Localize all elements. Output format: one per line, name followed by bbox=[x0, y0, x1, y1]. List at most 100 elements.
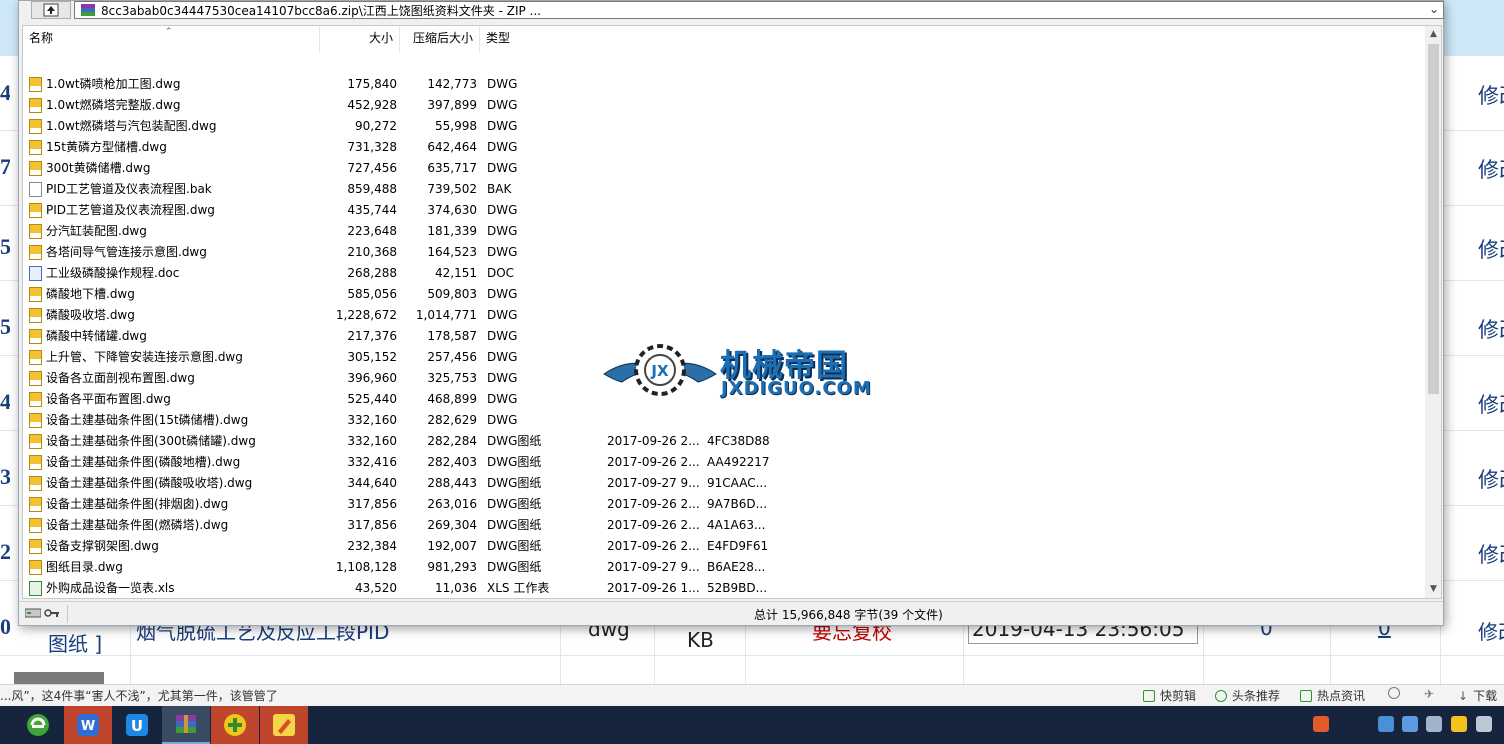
hot-news-button[interactable]: 热点资讯 bbox=[1300, 687, 1365, 704]
hot-news-label: 热点资讯 bbox=[1317, 689, 1366, 703]
file-packed-size: 269,304 bbox=[427, 518, 477, 532]
file-row[interactable]: 15t黄磷方型储槽.dwg 731,328 642,464 DWG bbox=[23, 137, 1425, 158]
up-folder-button[interactable] bbox=[31, 1, 71, 19]
file-type: DWG bbox=[487, 329, 518, 343]
file-name: 设备各立面剖视布置图.dwg bbox=[46, 371, 195, 385]
file-row[interactable]: 磷酸地下槽.dwg 585,056 509,803 DWG bbox=[23, 284, 1425, 305]
bg-row-number: 0 bbox=[0, 614, 10, 639]
taskbar-browser-button[interactable] bbox=[14, 706, 62, 744]
bg-edit-link[interactable]: 修改 bbox=[1478, 464, 1504, 494]
file-rows: 1.0wt磷喷枪加工图.dwg 175,840 142,773 DWG 1.0wt燃磷塔… bbox=[23, 74, 1425, 598]
taskbar-pencil-app-button[interactable] bbox=[260, 706, 308, 744]
bg-edit-link[interactable]: 修改 bbox=[1478, 234, 1504, 264]
file-type: DWG bbox=[487, 308, 518, 322]
file-row[interactable]: 设备土建基础条件图(磷酸地槽).dwg 332,416 282,403 DWG图纸 20… bbox=[23, 452, 1425, 473]
file-name: PID工艺管道及仪表流程图.bak bbox=[46, 182, 212, 196]
file-row[interactable]: 设备土建基础条件图(燃磷塔).dwg 317,856 269,304 DWG图纸 201… bbox=[23, 515, 1425, 536]
taskbar-u-app-button[interactable]: U bbox=[113, 706, 161, 744]
file-size: 317,856 bbox=[347, 497, 397, 511]
bak-icon bbox=[29, 182, 42, 197]
file-name-cell: 磷酸中转储罐.dwg bbox=[29, 326, 319, 347]
notes-icon[interactable] bbox=[1476, 716, 1492, 732]
file-crc bbox=[707, 200, 777, 221]
pin-button[interactable]: ✈ bbox=[1424, 687, 1434, 701]
file-name-cell: PID工艺管道及仪表流程图.dwg bbox=[29, 200, 319, 221]
file-row[interactable]: 工业级磷酸操作规程.doc 268,288 42,151 DOC bbox=[23, 263, 1425, 284]
column-name-header[interactable]: 名称 ⌃ bbox=[23, 26, 320, 52]
drive-icon[interactable] bbox=[25, 607, 41, 619]
file-row[interactable]: 设备支撑钢架图.dwg 232,384 192,007 DWG图纸 2017-09-26… bbox=[23, 536, 1425, 557]
scroll-up-icon[interactable]: ▲ bbox=[1425, 26, 1441, 43]
file-crc bbox=[707, 410, 777, 431]
file-size: 1,108,128 bbox=[335, 560, 397, 574]
kuaijianji-button[interactable]: 快剪辑 bbox=[1143, 687, 1196, 704]
column-size-header[interactable]: 大小 bbox=[320, 26, 400, 52]
network-icon[interactable] bbox=[1378, 716, 1394, 732]
file-row[interactable]: 1.0wt燃磷塔完整版.dwg 452,928 397,899 DWG bbox=[23, 95, 1425, 116]
file-row[interactable]: 各塔间导气管连接示意图.dwg 210,368 164,523 DWG bbox=[23, 242, 1425, 263]
file-size: 525,440 bbox=[347, 392, 397, 406]
file-crc bbox=[707, 284, 777, 305]
path-field[interactable]: 8cc3abab0c34447530cea14107bcc8a6.zip\江西上… bbox=[74, 1, 1444, 19]
file-row[interactable]: 外购成品设备一览表.xls 43,520 11,036 XLS 工作表 2017-09-… bbox=[23, 578, 1425, 598]
file-name-cell: 设备土建基础条件图(300t磷储罐).dwg bbox=[29, 431, 319, 452]
file-row[interactable]: 设备土建基础条件图(300t磷储罐).dwg 332,160 282,284 DWG图… bbox=[23, 431, 1425, 452]
taskbar-wps-button[interactable]: W bbox=[64, 706, 112, 744]
toutiao-button[interactable]: 头条推荐 bbox=[1215, 687, 1280, 704]
chevron-down-icon[interactable]: ⌄ bbox=[1429, 2, 1439, 16]
download-button[interactable]: ↓ 下载 bbox=[1458, 687, 1497, 704]
bg-row-number: 5 bbox=[0, 234, 10, 259]
refresh-button[interactable] bbox=[1388, 687, 1400, 699]
bg-edit-link[interactable]: 修改 bbox=[1478, 539, 1504, 569]
vertical-scrollbar[interactable]: ▲ ▼ bbox=[1425, 26, 1441, 598]
bg-edit-link[interactable]: 修改 bbox=[1478, 616, 1504, 645]
hand-icon[interactable] bbox=[1451, 716, 1467, 732]
file-row[interactable]: 图纸目录.dwg 1,108,128 981,293 DWG图纸 2017-09-27 … bbox=[23, 557, 1425, 578]
file-row[interactable]: 设备土建基础条件图(15t磷储槽).dwg 332,160 282,629 DWG bbox=[23, 410, 1425, 431]
bg-edit-link[interactable]: 修改 bbox=[1478, 389, 1504, 419]
file-size: 90,272 bbox=[355, 119, 397, 133]
file-name-cell: 磷酸地下槽.dwg bbox=[29, 284, 319, 305]
file-name: 分汽缸装配图.dwg bbox=[46, 224, 147, 238]
file-row[interactable]: 磷酸吸收塔.dwg 1,228,672 1,014,771 DWG bbox=[23, 305, 1425, 326]
scroll-down-icon[interactable]: ▼ bbox=[1425, 581, 1441, 598]
key-icon[interactable] bbox=[44, 607, 60, 619]
sogou-icon[interactable] bbox=[1313, 716, 1329, 732]
file-icon[interactable] bbox=[1426, 716, 1442, 732]
column-packed-header[interactable]: 压缩后大小 bbox=[400, 26, 480, 52]
bg-edit-link[interactable]: 修改 bbox=[1478, 154, 1504, 184]
file-list[interactable]: 名称 ⌃ 大小 压缩后大小 类型 1.0wt磷喷枪加工图.dwg 175,840 1… bbox=[22, 25, 1442, 599]
file-modified: 2017-09-27 9... bbox=[607, 476, 700, 490]
bg-edit-link[interactable]: 修改 bbox=[1478, 314, 1504, 344]
taskbar-winrar-button[interactable] bbox=[162, 706, 210, 744]
file-row[interactable]: 分汽缸装配图.dwg 223,648 181,339 DWG bbox=[23, 221, 1425, 242]
file-row[interactable]: 1.0wt磷喷枪加工图.dwg 175,840 142,773 DWG bbox=[23, 74, 1425, 95]
file-row[interactable]: PID工艺管道及仪表流程图.dwg 435,744 374,630 DWG bbox=[23, 200, 1425, 221]
file-row[interactable]: PID工艺管道及仪表流程图.bak 859,488 739,502 BAK bbox=[23, 179, 1425, 200]
watermark-logo: JX 机械帝国 JXDIGUO.COM bbox=[600, 338, 900, 404]
taskbar-plus-app-button[interactable] bbox=[211, 706, 259, 744]
screen: 4 7 5 5 4 3 2 0 修改 修改 修改 修改 修改 修改 修改 图纸 … bbox=[0, 0, 1504, 744]
file-row[interactable]: 1.0wt燃磷塔与汽包装配图.dwg 90,272 55,998 DWG bbox=[23, 116, 1425, 137]
file-type: DOC bbox=[487, 266, 515, 280]
xls-icon bbox=[29, 581, 42, 596]
file-crc bbox=[707, 95, 777, 116]
chat-icon[interactable] bbox=[1402, 716, 1418, 732]
file-name-cell: 1.0wt磷喷枪加工图.dwg bbox=[29, 74, 319, 95]
file-modified: 2017-09-26 2... bbox=[607, 455, 700, 469]
column-type-header[interactable]: 类型 bbox=[480, 26, 600, 52]
news-ticker-link[interactable]: ...风”，这4件事“害人不浅”，尤其第一件，该管管了 bbox=[0, 687, 278, 704]
file-row[interactable]: 300t黄磷储槽.dwg 727,456 635,717 DWG bbox=[23, 158, 1425, 179]
file-packed-size: 164,523 bbox=[427, 245, 477, 259]
file-name: 1.0wt磷喷枪加工图.dwg bbox=[46, 77, 181, 91]
scroll-thumb[interactable] bbox=[1428, 44, 1439, 394]
archive-total-text: 总计 15,966,848 字节(39 个文件) bbox=[754, 608, 943, 622]
file-row[interactable]: 设备土建基础条件图(磷酸吸收塔).dwg 344,640 288,443 DWG图纸 2… bbox=[23, 473, 1425, 494]
pencil-app-icon bbox=[273, 714, 295, 736]
file-name-cell: 15t黄磷方型储槽.dwg bbox=[29, 137, 319, 158]
file-row[interactable]: 设备土建基础条件图(排烟囱).dwg 317,856 263,016 DWG图纸 201… bbox=[23, 494, 1425, 515]
bg-edit-link[interactable]: 修改 bbox=[1478, 80, 1504, 110]
file-size: 305,152 bbox=[347, 350, 397, 364]
file-modified bbox=[607, 284, 703, 305]
toutiao-label: 头条推荐 bbox=[1232, 689, 1281, 703]
